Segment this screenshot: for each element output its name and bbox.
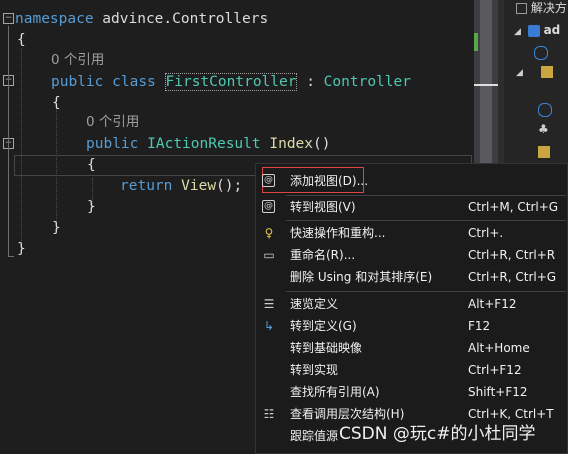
method-name[interactable]: Index bbox=[269, 136, 313, 152]
code-line-2[interactable]: { bbox=[17, 29, 26, 51]
lightbulb-icon: ♀ bbox=[264, 226, 274, 240]
menu-item-find-all-references[interactable]: 查找所有引用(A) Shift+F12 bbox=[256, 381, 568, 403]
menu-item-shortcut: Alt+Home bbox=[468, 341, 530, 355]
parens: () bbox=[313, 136, 331, 152]
namespace-name: advince.Controllers bbox=[93, 11, 269, 27]
menu-item-label: 转到基础映像 bbox=[290, 341, 363, 355]
menu-item-add-view[interactable]: @ 添加视图(D)... bbox=[256, 170, 568, 192]
rename-icon: ▭ bbox=[263, 248, 275, 262]
base-class-name[interactable]: Controller bbox=[324, 74, 411, 90]
menu-item-goto-definition[interactable]: ↳ 转到定义(G) F12 bbox=[256, 315, 568, 337]
menu-item-shortcut: Ctrl+R, Ctrl+G bbox=[468, 270, 557, 284]
expand-icon: ◢ bbox=[514, 27, 521, 37]
menu-item-label: 转到实现 bbox=[290, 363, 339, 377]
tree-node[interactable]: ♣ bbox=[538, 118, 549, 140]
codelens-references[interactable]: 0 个引用 bbox=[86, 112, 139, 132]
code-line-11[interactable]: } bbox=[52, 217, 61, 239]
return-type[interactable]: IActionResult bbox=[147, 136, 261, 152]
menu-separator bbox=[286, 220, 566, 221]
menu-item-peek-definition[interactable]: ☰ 速览定义 Alt+F12 bbox=[256, 293, 568, 315]
code-line-7[interactable]: public IActionResult Index() bbox=[86, 133, 330, 155]
solution-icon bbox=[516, 3, 527, 14]
expand-icon: ◢ bbox=[516, 68, 523, 78]
menu-item-label: 重命名(R)... bbox=[290, 248, 356, 262]
peek-definition-icon: ☰ bbox=[263, 297, 275, 311]
menu-item-label: 删除 Using 和对其排序(E) bbox=[290, 270, 433, 284]
solution-title: 解决方 bbox=[530, 1, 567, 15]
menu-separator bbox=[286, 291, 566, 292]
code-line-1[interactable]: namespace advince.Controllers bbox=[15, 8, 268, 30]
indent-guide bbox=[21, 48, 22, 253]
menu-item-goto-view[interactable]: @ 转到视图(V) Ctrl+M, Ctrl+G bbox=[256, 196, 568, 218]
caret-marker bbox=[474, 84, 498, 86]
public-keyword: public bbox=[51, 74, 104, 90]
code-line-12[interactable]: } bbox=[17, 238, 26, 260]
goto-view-icon: @ bbox=[262, 200, 275, 213]
menu-item-shortcut: Ctrl+M, Ctrl+G bbox=[468, 200, 559, 214]
context-menu: @ 添加视图(D)... @ 转到视图(V) Ctrl+M, Ctrl+G ♀ … bbox=[255, 163, 568, 454]
code-line-8[interactable]: { bbox=[87, 154, 96, 176]
dependencies-icon: ♣ bbox=[538, 122, 549, 136]
codelens-references[interactable]: 0 个引用 bbox=[51, 50, 104, 70]
call-hierarchy-icon: ☷ bbox=[263, 407, 275, 421]
solution-explorer-header[interactable]: 解决方 bbox=[516, 0, 567, 19]
menu-item-label: 转到视图(V) bbox=[290, 200, 356, 214]
tree-node[interactable]: ◢ bbox=[516, 60, 553, 82]
menu-item-label: 速览定义 bbox=[290, 297, 339, 311]
view-method[interactable]: View bbox=[181, 178, 216, 194]
menu-item-label: 转到定义(G) bbox=[290, 319, 357, 333]
menu-item-goto-implementation[interactable]: 转到实现 Ctrl+F12 bbox=[256, 359, 568, 381]
globe-icon bbox=[534, 45, 548, 60]
public-keyword: public bbox=[86, 136, 139, 152]
class-name[interactable]: FirstController bbox=[164, 73, 298, 91]
outline-guide-end bbox=[8, 256, 14, 257]
class-keyword: class bbox=[112, 74, 156, 90]
project-node[interactable]: ◢ ad bbox=[514, 19, 560, 41]
menu-item-label: 快速操作和重构... bbox=[290, 226, 386, 240]
menu-item-label: 跟踪值源 bbox=[290, 429, 339, 443]
menu-item-quick-actions[interactable]: ♀ 快速操作和重构... Ctrl+. bbox=[256, 222, 568, 244]
change-marker bbox=[474, 33, 478, 51]
menu-item-shortcut: Alt+F12 bbox=[468, 297, 517, 311]
tree-node[interactable] bbox=[538, 140, 550, 162]
menu-item-label: 查找所有引用(A) bbox=[290, 385, 380, 399]
collapse-namespace-icon[interactable]: − bbox=[3, 13, 14, 24]
code-line-4[interactable]: public class FirstController : Controlle… bbox=[51, 71, 411, 93]
menu-item-label: 添加视图(D)... bbox=[290, 174, 369, 188]
call-parens: (); bbox=[216, 178, 243, 194]
globe-icon bbox=[538, 102, 552, 117]
menu-item-goto-base[interactable]: 转到基础映像 Alt+Home bbox=[256, 337, 568, 359]
project-icon bbox=[527, 24, 540, 37]
menu-item-shortcut: Ctrl+. bbox=[468, 226, 504, 240]
project-name: ad bbox=[543, 23, 561, 37]
menu-item-remove-sort-usings[interactable]: 删除 Using 和对其排序(E) Ctrl+R, Ctrl+G bbox=[256, 266, 568, 288]
menu-item-shortcut: Shift+F12 bbox=[468, 385, 528, 399]
watermark: CSDN @玩c#的小杜同学 bbox=[339, 424, 536, 444]
outline-guide bbox=[8, 26, 9, 256]
menu-item-shortcut: Ctrl+F12 bbox=[468, 363, 522, 377]
code-line-9[interactable]: return View(); bbox=[120, 175, 242, 197]
tree-node[interactable] bbox=[538, 98, 552, 120]
code-line-10[interactable]: } bbox=[87, 196, 96, 218]
add-view-icon: @ bbox=[262, 174, 275, 187]
folder-icon bbox=[538, 145, 550, 158]
code-line-5[interactable]: { bbox=[52, 92, 61, 114]
namespace-keyword: namespace bbox=[15, 11, 94, 27]
colon: : bbox=[297, 74, 324, 90]
menu-item-shortcut: F12 bbox=[468, 319, 491, 333]
menu-item-rename[interactable]: ▭ 重命名(R)... Ctrl+R, Ctrl+R bbox=[256, 244, 568, 266]
menu-item-shortcut: Ctrl+R, Ctrl+R bbox=[468, 248, 556, 262]
folder-icon bbox=[540, 65, 553, 78]
goto-definition-icon: ↳ bbox=[263, 319, 275, 333]
return-keyword: return bbox=[120, 178, 173, 194]
